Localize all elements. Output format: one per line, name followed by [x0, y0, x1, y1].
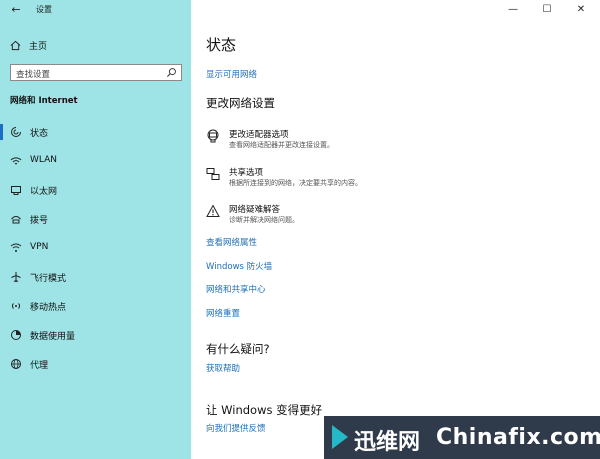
sidebar-item-label: VPN — [30, 242, 49, 252]
sidebar-item-ethernet[interactable]: 以太网 — [0, 176, 191, 205]
status-icon — [11, 127, 21, 137]
sidebar-item-label: 代理 — [30, 361, 49, 371]
link-network-properties[interactable]: 查看网络属性 — [206, 236, 257, 248]
ethernet-icon — [11, 186, 21, 195]
sidebar-section-title: 网络和 Internet — [10, 96, 78, 106]
sidebar-item-label: 数据使用量 — [30, 332, 76, 342]
main-content: 状态 显示可用网络 更改网络设置 更改适配器选项 查看网络适配器并更改连接设置。… — [191, 20, 600, 459]
search-placeholder: 查找设置 — [16, 70, 51, 80]
hotspot-icon — [11, 303, 21, 309]
titlebar-controls: — ☐ ✕ — [191, 0, 600, 20]
sidebar-item-label: 移动热点 — [30, 303, 67, 313]
sharing-icon — [206, 168, 220, 180]
settings-window: ← 设置 主页 查找设置 网络和 Internet 状态 WLAN 以太网 拨号… — [0, 0, 600, 459]
airplane-icon — [11, 272, 21, 282]
back-button[interactable]: ← — [8, 3, 24, 17]
link-network-reset[interactable]: 网络重置 — [206, 307, 240, 319]
option-description: 诊断并解决网络问题。 — [229, 216, 299, 224]
feedback-link[interactable]: 向我们提供反馈 — [206, 422, 266, 434]
watermark-cn-text: 迅维网 — [354, 430, 421, 455]
sidebar-item-data-usage[interactable]: 数据使用量 — [0, 321, 191, 350]
sidebar-item-vpn[interactable]: VPN — [0, 234, 191, 263]
minimize-button[interactable]: — — [498, 2, 528, 18]
sidebar-item-proxy[interactable]: 代理 — [0, 350, 191, 379]
close-button[interactable]: ✕ — [566, 2, 596, 18]
dialup-icon — [11, 216, 21, 224]
sidebar-item-wlan[interactable]: WLAN — [0, 147, 191, 176]
watermark-logo-icon — [332, 425, 348, 449]
titlebar-left: ← 设置 — [0, 0, 191, 20]
maximize-button[interactable]: ☐ — [532, 2, 562, 18]
improve-heading: 让 Windows 变得更好 — [206, 403, 323, 417]
get-help-link[interactable]: 获取帮助 — [206, 362, 240, 374]
sidebar-item-airplane[interactable]: 飞行模式 — [0, 263, 191, 292]
option-title: 更改适配器选项 — [229, 130, 289, 140]
app-title: 设置 — [36, 5, 52, 14]
watermark-banner: 迅维网 Chinafix.com — [324, 416, 600, 459]
vpn-icon — [10, 243, 22, 252]
wifi-icon — [10, 157, 22, 165]
warning-icon — [206, 204, 220, 217]
data-usage-icon — [11, 330, 21, 340]
option-title: 网络疑难解答 — [229, 205, 281, 215]
link-firewall[interactable]: Windows 防火墙 — [206, 260, 272, 272]
home-icon — [10, 40, 21, 50]
question-heading: 有什么疑问? — [206, 342, 270, 356]
page-title: 状态 — [206, 36, 237, 54]
option-description: 根据所连接到的网络，决定要共享的内容。 — [229, 179, 362, 187]
watermark-en-text: Chinafix.com — [436, 425, 600, 450]
globe-icon — [11, 359, 21, 369]
link-sharing-center[interactable]: 网络和共享中心 — [206, 283, 266, 295]
sidebar-item-label: 飞行模式 — [30, 274, 67, 284]
sidebar-item-label: WLAN — [30, 155, 58, 165]
show-networks-link[interactable]: 显示可用网络 — [206, 68, 257, 80]
sidebar-item-label: 拨号 — [30, 216, 49, 226]
option-title: 共享选项 — [229, 168, 264, 178]
sidebar-item-status[interactable]: 状态 — [0, 118, 191, 147]
home-nav-item[interactable]: 主页 — [10, 38, 47, 52]
sidebar-item-hotspot[interactable]: 移动热点 — [0, 292, 191, 321]
active-indicator — [0, 124, 3, 140]
sidebar-item-label: 以太网 — [30, 187, 58, 197]
sidebar-item-label: 状态 — [30, 129, 49, 139]
sidebar-item-dialup[interactable]: 拨号 — [0, 205, 191, 234]
sidebar-nav: 状态 WLAN 以太网 拨号 VPN 飞行模式 移动热点 数据使用量 代理 — [0, 118, 191, 379]
change-settings-heading: 更改网络设置 — [206, 96, 275, 110]
adapter-icon — [207, 129, 219, 143]
sidebar: ← 设置 主页 查找设置 网络和 Internet 状态 WLAN 以太网 拨号… — [0, 0, 191, 459]
search-icon[interactable] — [166, 67, 177, 78]
search-input[interactable]: 查找设置 — [10, 64, 182, 81]
home-label: 主页 — [29, 41, 48, 52]
option-description: 查看网络适配器并更改连接设置。 — [229, 141, 334, 149]
